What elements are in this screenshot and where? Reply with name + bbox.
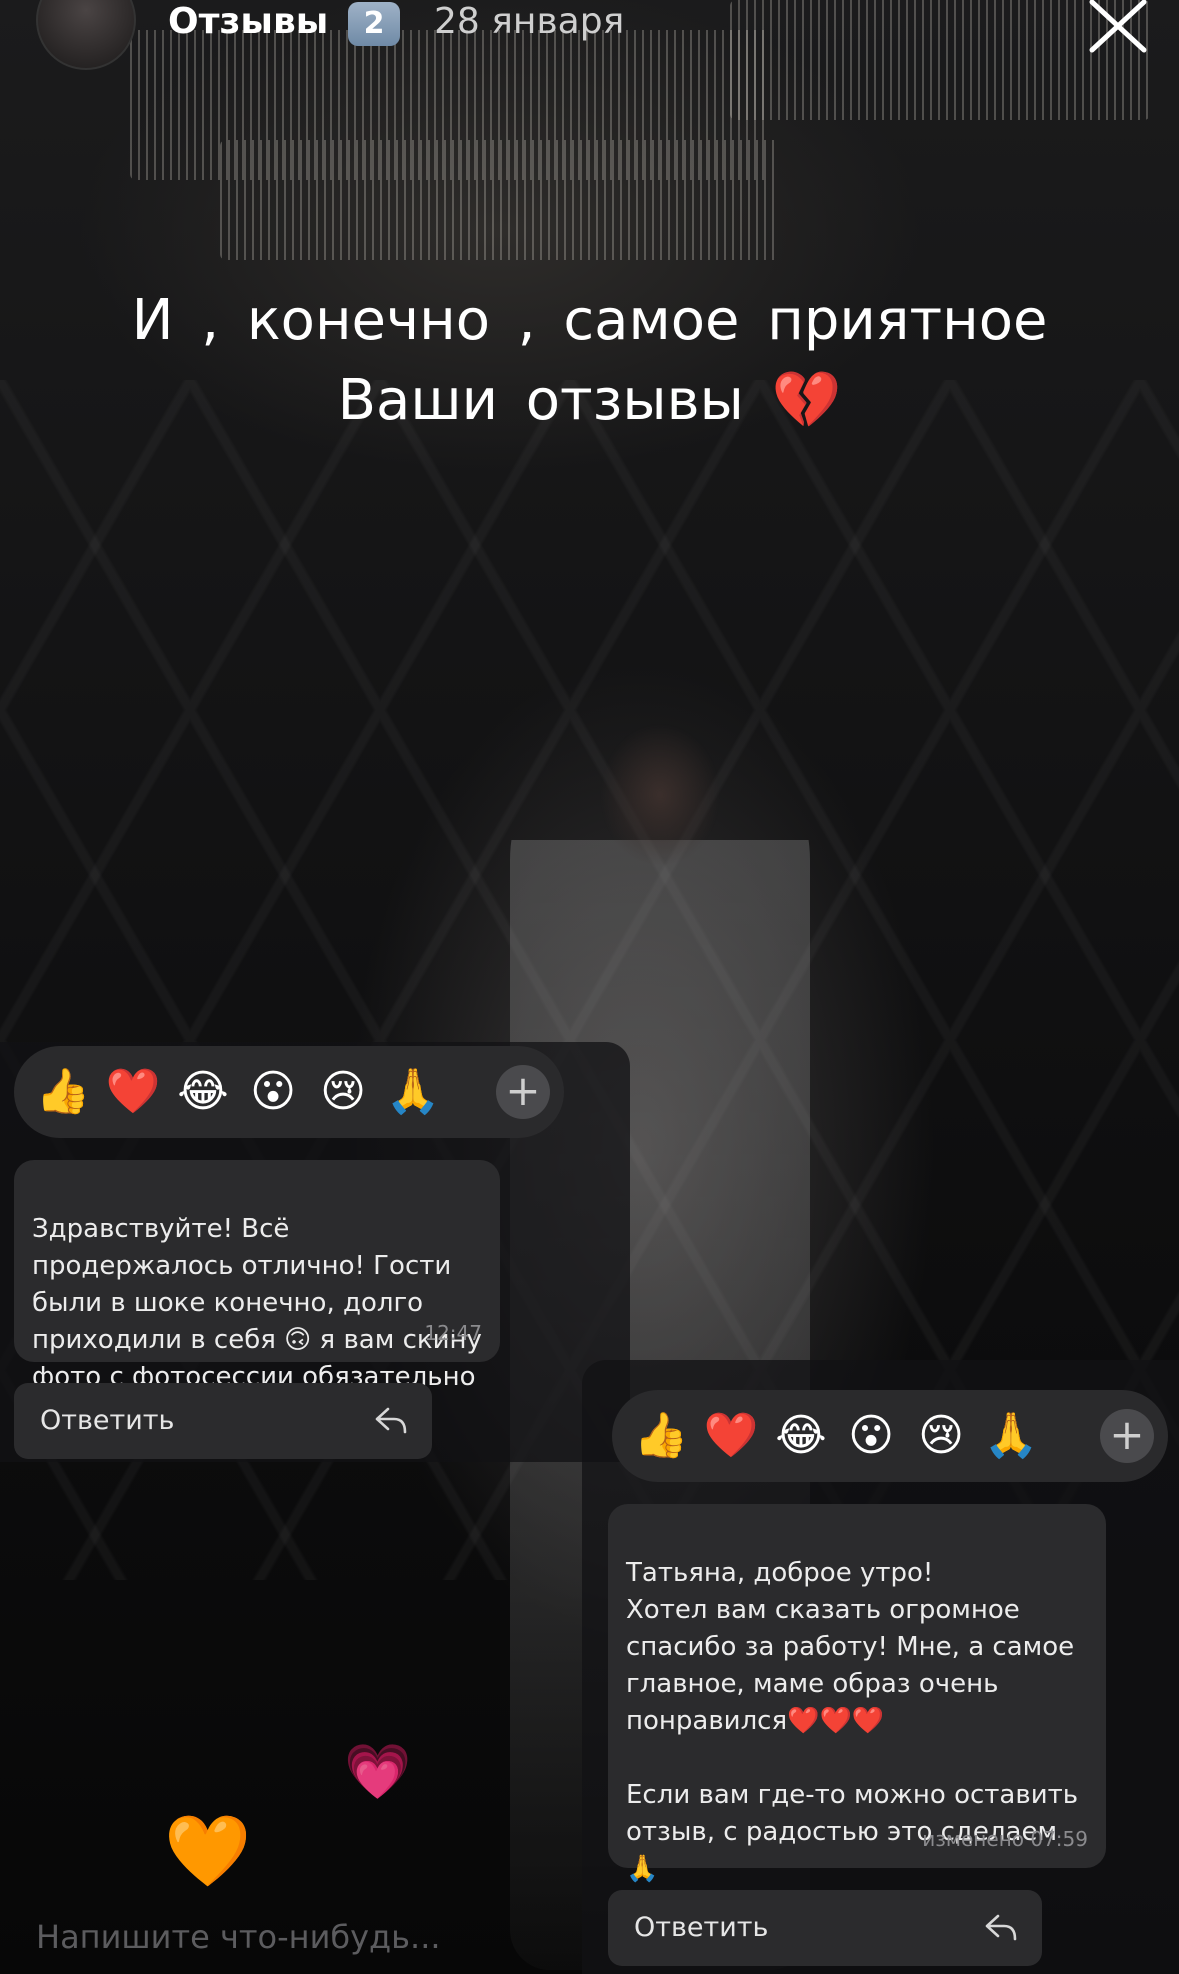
heart-icon[interactable]: ❤️ bbox=[696, 1390, 766, 1482]
chandelier bbox=[220, 140, 780, 260]
surprised-icon[interactable]: 😮 bbox=[238, 1046, 308, 1138]
message-time: изменено 07:59 bbox=[922, 1827, 1088, 1851]
pray-icon[interactable]: 🙏 bbox=[976, 1390, 1046, 1482]
story-date: 28 января bbox=[434, 1, 625, 42]
reply-icon bbox=[375, 1407, 407, 1434]
message-text: Здравствуйте! Всё продержалось отлично! … bbox=[32, 1214, 482, 1392]
story-count-badge: 2 bbox=[348, 2, 400, 46]
thumbs-up-icon[interactable]: 👍 bbox=[626, 1390, 696, 1482]
add-reaction-button[interactable]: + bbox=[1100, 1409, 1154, 1463]
message-input[interactable]: Напишите что-нибудь... bbox=[36, 1918, 441, 1956]
crying-icon[interactable]: 😢 bbox=[906, 1390, 976, 1482]
surprised-icon[interactable]: 😮 bbox=[836, 1390, 906, 1482]
reaction-bar-1: 👍 ❤️ 😂 😮 😢 🙏 + bbox=[14, 1046, 564, 1138]
reply-icon bbox=[985, 1914, 1017, 1941]
caption-line-1: И , конечно , самое приятное bbox=[131, 288, 1048, 353]
pray-icon[interactable]: 🙏 bbox=[378, 1046, 448, 1138]
close-icon bbox=[1089, 0, 1147, 53]
message-time: 12:47 bbox=[424, 1321, 482, 1345]
crying-icon[interactable]: 😢 bbox=[308, 1046, 378, 1138]
close-button[interactable] bbox=[1086, 0, 1150, 56]
reaction-bar-2: 👍 ❤️ 😂 😮 😢 🙏 + bbox=[612, 1390, 1168, 1482]
reply-label: Ответить bbox=[40, 1405, 175, 1436]
message-bubble-2: Татьяна, доброе утро! Хотел вам сказать … bbox=[608, 1504, 1106, 1884]
story-title: Отзывы bbox=[168, 1, 329, 42]
laugh-icon[interactable]: 😂 bbox=[766, 1390, 836, 1482]
floating-heart-icon: 🧡 bbox=[164, 1810, 252, 1892]
message-bubble-1: Здравствуйте! Всё продержалось отлично! … bbox=[14, 1160, 500, 1392]
reply-label: Ответить bbox=[634, 1912, 769, 1943]
heart-icon[interactable]: ❤️ bbox=[98, 1046, 168, 1138]
add-reaction-button[interactable]: + bbox=[496, 1065, 550, 1119]
thumbs-up-icon[interactable]: 👍 bbox=[28, 1046, 98, 1138]
laugh-icon[interactable]: 😂 bbox=[168, 1046, 238, 1138]
reply-button[interactable]: Ответить bbox=[608, 1890, 1042, 1966]
reply-button[interactable]: Ответить bbox=[14, 1383, 432, 1459]
floating-heart-icon: 💗 bbox=[344, 1740, 412, 1803]
caption-line-2: Ваши отзывы 💔 bbox=[337, 368, 842, 433]
